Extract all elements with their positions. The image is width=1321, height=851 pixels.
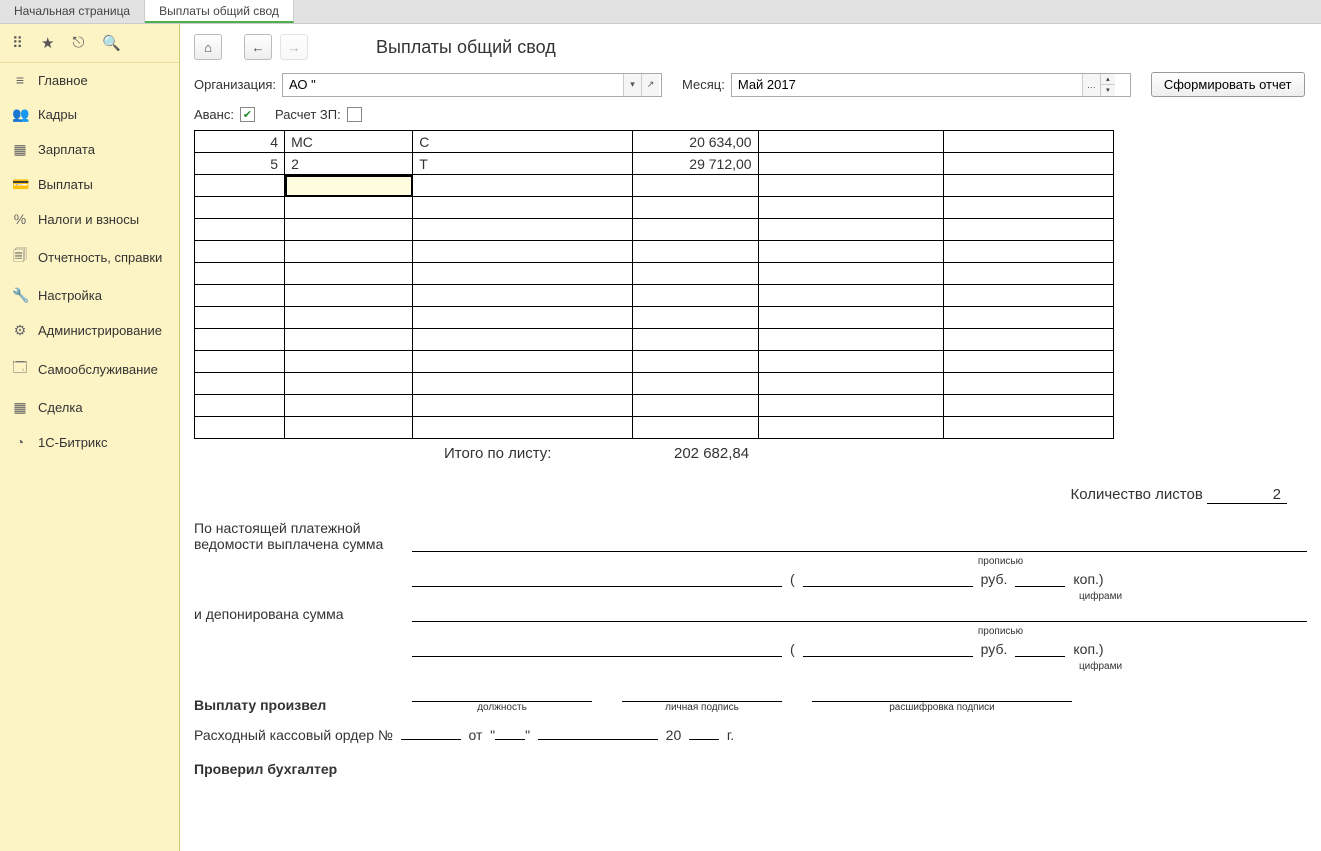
- table-row[interactable]: [195, 395, 1114, 417]
- nav-label: Сделка: [38, 400, 83, 415]
- sidebar-item-4[interactable]: % Налоги и взносы: [0, 202, 179, 236]
- table-row[interactable]: [195, 351, 1114, 373]
- sidebar-item-6[interactable]: 🔧 Настройка: [0, 278, 179, 313]
- digits-caption: цифрами: [194, 591, 1307, 602]
- tabs-bar: Начальная страница Выплаты общий свод: [0, 0, 1321, 24]
- home-button[interactable]: ⌂: [194, 34, 222, 60]
- month-combo[interactable]: … ▴▾: [731, 73, 1131, 97]
- nav-label: Выплаты: [38, 177, 93, 192]
- nav-label: Настройка: [38, 288, 102, 303]
- totals-row: Итого по листу: 202 682,84: [194, 439, 1307, 466]
- table-row[interactable]: [195, 197, 1114, 219]
- report-table[interactable]: 4МСС20 634,0052Т29 712,00: [194, 130, 1114, 439]
- zp-label: Расчет ЗП:: [275, 107, 341, 122]
- nav-label: Кадры: [38, 107, 77, 122]
- org-combo[interactable]: ▾ ↗: [282, 73, 662, 97]
- nav-label: Главное: [38, 73, 88, 88]
- nav-label: Администрирование: [38, 323, 162, 338]
- open-icon[interactable]: ↗: [641, 74, 659, 96]
- nav-label: Отчетность, справки: [38, 250, 162, 265]
- nav-icon: 💳: [12, 176, 28, 193]
- table-row[interactable]: [195, 329, 1114, 351]
- order-row: Расходный кассовый ордер № от "" 20 г.: [194, 717, 1307, 753]
- table-row[interactable]: 4МСС20 634,00: [195, 131, 1114, 153]
- table-row[interactable]: [195, 219, 1114, 241]
- sidebar-item-9[interactable]: ▦ Сделка: [0, 390, 179, 425]
- month-input[interactable]: [732, 74, 1082, 96]
- sidebar-item-3[interactable]: 💳 Выплаты: [0, 167, 179, 202]
- back-button[interactable]: ←: [244, 34, 272, 60]
- month-label: Месяц:: [682, 77, 725, 92]
- table-row[interactable]: [195, 307, 1114, 329]
- payer-label: Выплату произвел: [194, 697, 404, 713]
- sheet-count: Количество листов 2: [194, 466, 1307, 512]
- sidebar-item-10[interactable]: ◔ 1С-Битрикс: [0, 425, 179, 459]
- org-input[interactable]: [283, 74, 623, 96]
- zp-checkbox[interactable]: [347, 107, 362, 122]
- nav-icon: 👥: [12, 106, 28, 123]
- nav-icon: ◔: [12, 434, 28, 450]
- report-area[interactable]: 4МСС20 634,0052Т29 712,00 Итого по листу…: [180, 130, 1321, 851]
- org-label: Организация:: [194, 77, 276, 92]
- sidebar-item-5[interactable]: 🗐 Отчетность, справки: [0, 236, 179, 278]
- nav-icon: 🗐: [12, 245, 28, 269]
- paid-label-1: По настоящей платежной: [194, 520, 404, 536]
- table-row[interactable]: [195, 373, 1114, 395]
- star-icon[interactable]: ★: [41, 34, 54, 52]
- apps-icon[interactable]: ⠿: [12, 34, 23, 52]
- nav-icon: 🗔: [12, 357, 28, 381]
- deponent-label: и депонирована сумма: [194, 606, 404, 622]
- table-row[interactable]: [195, 241, 1114, 263]
- advance-label: Аванс:: [194, 107, 234, 122]
- ellipsis-icon[interactable]: …: [1082, 74, 1100, 96]
- sidebar-item-7[interactable]: ⚙ Администрирование: [0, 313, 179, 348]
- table-row[interactable]: [195, 263, 1114, 285]
- nav-icon: ⚙: [12, 322, 28, 339]
- checked-label: Проверил бухгалтер: [194, 753, 1307, 777]
- table-row[interactable]: [195, 175, 1114, 197]
- generate-report-button[interactable]: Сформировать отчет: [1151, 72, 1305, 97]
- dropdown-icon[interactable]: ▾: [623, 74, 641, 96]
- tab-report[interactable]: Выплаты общий свод: [145, 0, 294, 23]
- paid-label-2: ведомости выплачена сумма: [194, 536, 404, 552]
- sidebar: ⠿ ★ ⎋ 🔍 ≡ Главное 👥 Кадры ▦ Зарплата 💳 Выплаты%…: [0, 24, 180, 851]
- advance-checkbox[interactable]: ✔: [240, 107, 255, 122]
- table-row[interactable]: [195, 285, 1114, 307]
- month-spinner[interactable]: ▴▾: [1100, 74, 1115, 96]
- nav-icon: ▦: [12, 141, 28, 158]
- propis-caption: прописью: [194, 556, 1307, 567]
- nav-label: Налоги и взносы: [38, 212, 139, 227]
- nav-label: Зарплата: [38, 142, 95, 157]
- nav-icon: %: [12, 211, 28, 227]
- sidebar-item-2[interactable]: ▦ Зарплата: [0, 132, 179, 167]
- nav-label: 1С-Битрикс: [38, 435, 108, 450]
- page-title: Выплаты общий свод: [376, 37, 556, 58]
- table-row[interactable]: [195, 417, 1114, 439]
- main-content: ⌂ ← → Выплаты общий свод Организация: ▾ …: [180, 24, 1321, 851]
- nav-icon: ≡: [12, 72, 28, 88]
- search-icon[interactable]: 🔍: [102, 34, 121, 52]
- amount-words-line: [412, 536, 1307, 552]
- history-icon[interactable]: ⎋: [72, 34, 84, 52]
- sidebar-item-1[interactable]: 👥 Кадры: [0, 97, 179, 132]
- nav-label: Самообслуживание: [38, 362, 158, 377]
- forward-button: →: [280, 34, 308, 60]
- sidebar-item-0[interactable]: ≡ Главное: [0, 63, 179, 97]
- nav-icon: 🔧: [12, 287, 28, 304]
- sidebar-toolbar: ⠿ ★ ⎋ 🔍: [0, 24, 179, 63]
- tab-home[interactable]: Начальная страница: [0, 0, 145, 23]
- sidebar-item-8[interactable]: 🗔 Самообслуживание: [0, 348, 179, 390]
- nav-icon: ▦: [12, 399, 28, 416]
- table-row[interactable]: 52Т29 712,00: [195, 153, 1114, 175]
